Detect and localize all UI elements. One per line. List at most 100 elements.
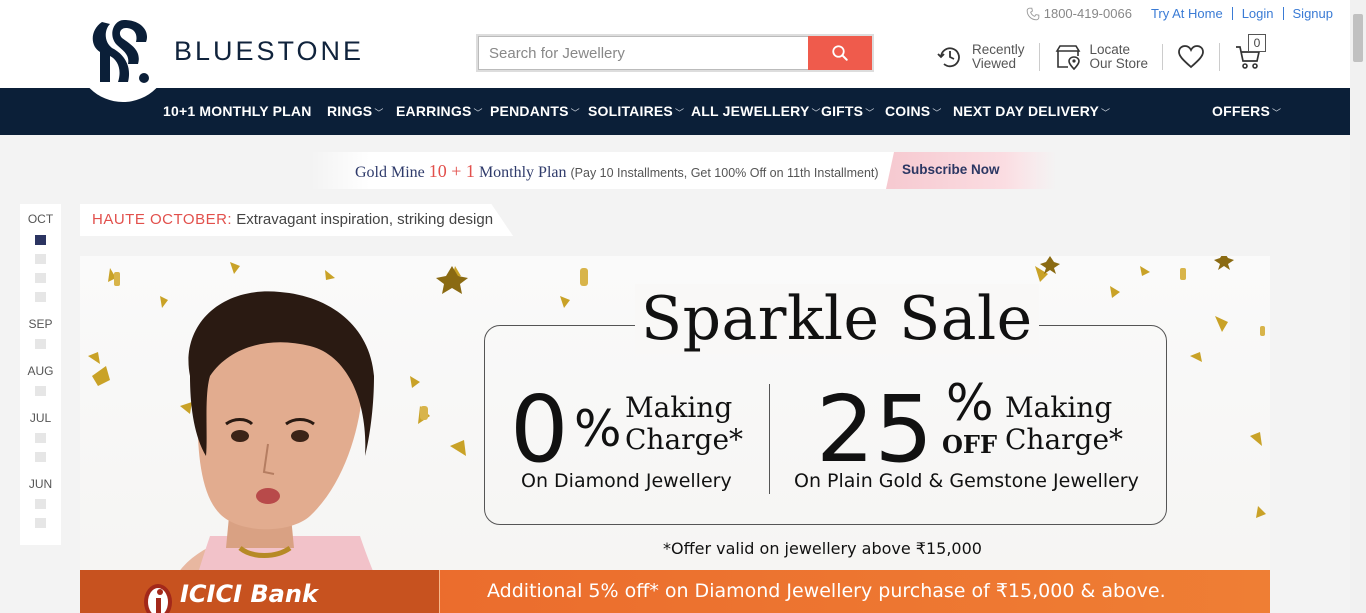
promo-tail: Monthly Plan bbox=[474, 164, 571, 181]
bluestone-logo-icon[interactable] bbox=[88, 16, 152, 88]
cart-count-badge: 0 bbox=[1248, 34, 1266, 52]
icici-bank-panel: ICICI Bank bbox=[80, 570, 440, 613]
model-photo bbox=[160, 291, 389, 613]
header-actions: Recently Viewed Locate Our Store bbox=[936, 40, 1276, 74]
month-dot[interactable] bbox=[35, 386, 46, 396]
chevron-down-icon: ﹀ bbox=[674, 108, 685, 118]
diamond-charge-label: Charge* bbox=[625, 423, 744, 456]
chevron-down-icon: ﹀ bbox=[374, 108, 384, 118]
icici-bank-name: ICICI Bank bbox=[180, 580, 318, 608]
gold-off-label: OFF bbox=[942, 430, 997, 459]
subscribe-now-button[interactable]: Subscribe Now bbox=[886, 152, 1056, 189]
offer-divider bbox=[769, 384, 770, 494]
scrollbar-thumb[interactable] bbox=[1353, 14, 1363, 62]
diamond-percent-sign: % bbox=[574, 400, 622, 458]
promo-lead: Gold Mine bbox=[355, 164, 429, 181]
icici-logo-icon bbox=[144, 584, 172, 613]
nav-label: NEXT DAY DELIVERY bbox=[953, 103, 1100, 119]
offer-validity-note: *Offer valid on jewellery above ₹15,000 bbox=[663, 539, 982, 558]
gold-discount-value: 25 bbox=[816, 376, 934, 483]
nav-label: RINGS bbox=[327, 103, 373, 119]
nav-label: 10+1 MONTHLY PLAN bbox=[163, 103, 312, 119]
subscribe-label: Subscribe Now bbox=[902, 162, 1000, 177]
search-icon bbox=[832, 45, 848, 61]
chevron-down-icon: ﹀ bbox=[473, 108, 483, 118]
promo-text[interactable]: Gold Mine 10 + 1 Monthly Plan (Pay 10 In… bbox=[355, 161, 879, 182]
recently-label: Recently bbox=[972, 42, 1025, 57]
page-scrollbar[interactable] bbox=[1350, 0, 1366, 613]
nav-item-solitaires[interactable]: SOLITAIRES ﹀ bbox=[588, 103, 684, 119]
heart-icon bbox=[1178, 45, 1204, 69]
top-links: 1800-419-0066 Try At Home Login Signup bbox=[1026, 6, 1342, 21]
collection-highlight: HAUTE OCTOBER: bbox=[92, 211, 233, 228]
nav-item-earrings[interactable]: EARRINGS ﹀ bbox=[396, 103, 483, 119]
nav-item-monthly-plan[interactable]: 10+1 MONTHLY PLAN bbox=[163, 103, 312, 119]
promo-details: (Pay 10 Installments, Get 100% Off on 11… bbox=[570, 166, 879, 180]
gold-percent-sign: % bbox=[946, 374, 994, 432]
store-location-icon bbox=[1055, 45, 1080, 71]
month-dot-active[interactable] bbox=[35, 235, 46, 245]
signup-link[interactable]: Signup bbox=[1282, 7, 1342, 20]
month-label-oct[interactable]: OCT bbox=[20, 212, 61, 226]
promo-number: 10 + 1 bbox=[428, 161, 475, 181]
bank-offer-strip[interactable]: ICICI Bank Additional 5% off* on Diamond… bbox=[80, 570, 1270, 613]
chevron-down-icon: ﹀ bbox=[1101, 108, 1111, 118]
try-at-home-link[interactable]: Try At Home bbox=[1142, 7, 1232, 20]
nav-label: COINS bbox=[885, 103, 931, 119]
recently-viewed-button[interactable]: Recently Viewed bbox=[936, 43, 1039, 71]
month-dot[interactable] bbox=[35, 518, 46, 528]
nav-item-pendants[interactable]: PENDANTS ﹀ bbox=[490, 103, 580, 119]
main-navigation: 10+1 MONTHLY PLAN RINGS ﹀ EARRINGS ﹀ PENDA… bbox=[0, 88, 1350, 135]
nav-item-all-jewellery[interactable]: ALL JEWELLERY ﹀ bbox=[691, 103, 821, 119]
month-dot[interactable] bbox=[35, 339, 46, 349]
search-input[interactable] bbox=[478, 36, 808, 70]
gold-making-label: Making bbox=[1005, 391, 1113, 424]
history-icon bbox=[937, 47, 960, 68]
wishlist-button[interactable] bbox=[1162, 44, 1219, 70]
nav-item-gifts[interactable]: GIFTS ﹀ bbox=[821, 103, 874, 119]
nav-item-rings[interactable]: RINGS ﹀ bbox=[327, 103, 384, 119]
nav-label: SOLITAIRES bbox=[588, 103, 673, 119]
brand-name[interactable]: BLUESTONE bbox=[174, 36, 364, 67]
chevron-down-icon: ﹀ bbox=[932, 108, 942, 118]
nav-label: PENDANTS bbox=[490, 103, 569, 119]
month-label-jun[interactable]: JUN bbox=[20, 477, 61, 491]
month-label-aug[interactable]: AUG bbox=[20, 364, 61, 378]
month-dot[interactable] bbox=[35, 499, 46, 509]
month-dot[interactable] bbox=[35, 273, 46, 283]
search-bar bbox=[476, 34, 874, 72]
month-dot[interactable] bbox=[35, 433, 46, 443]
nav-item-coins[interactable]: COINS ﹀ bbox=[885, 103, 942, 119]
nav-label: GIFTS bbox=[821, 103, 864, 119]
month-dot[interactable] bbox=[35, 254, 46, 264]
chevron-down-icon: ﹀ bbox=[1271, 108, 1282, 118]
login-link[interactable]: Login bbox=[1231, 7, 1283, 20]
diamond-making-label: Making bbox=[625, 391, 733, 424]
chevron-down-icon: ﹀ bbox=[865, 108, 875, 118]
nav-item-next-day-delivery[interactable]: NEXT DAY DELIVERY ﹀ bbox=[953, 103, 1110, 119]
month-label-sep[interactable]: SEP bbox=[20, 317, 61, 331]
sale-title: Sparkle Sale bbox=[635, 284, 1039, 354]
collection-description: Extravagant inspiration, striking design bbox=[232, 211, 494, 228]
nav-label: OFFERS bbox=[1212, 103, 1270, 119]
search-button[interactable] bbox=[808, 36, 872, 70]
phone-icon bbox=[1026, 7, 1040, 20]
gold-offer-subtitle: On Plain Gold & Gemstone Jewellery bbox=[794, 470, 1139, 492]
locate-label: Locate bbox=[1089, 42, 1131, 57]
additional-offer-text: Additional 5% off* on Diamond Jewellery … bbox=[487, 580, 1166, 602]
diamond-offer-subtitle: On Diamond Jewellery bbox=[521, 470, 732, 492]
month-label-jul[interactable]: JUL bbox=[20, 411, 61, 425]
phone-number: 1800-419-0066 bbox=[1043, 6, 1132, 21]
viewed-label: Viewed bbox=[972, 56, 1017, 71]
diamond-discount-value: 0 bbox=[510, 376, 569, 483]
phone-contact[interactable]: 1800-419-0066 bbox=[1026, 6, 1142, 21]
locate-store-button[interactable]: Locate Our Store bbox=[1038, 42, 1163, 71]
month-dot[interactable] bbox=[35, 292, 46, 302]
collection-heading: HAUTE OCTOBER: Extravagant inspiration, … bbox=[80, 204, 514, 236]
our-store-label: Our Store bbox=[1089, 56, 1149, 71]
gold-charge-label: Charge* bbox=[1005, 423, 1124, 456]
nav-item-offers[interactable]: OFFERS ﹀ bbox=[1212, 103, 1281, 119]
month-timeline: OCT SEP AUG JUL JUN bbox=[20, 204, 61, 545]
sparkle-sale-banner[interactable]: Sparkle Sale 0 % Making Charge* On Diamo… bbox=[80, 256, 1270, 613]
month-dot[interactable] bbox=[35, 452, 46, 462]
